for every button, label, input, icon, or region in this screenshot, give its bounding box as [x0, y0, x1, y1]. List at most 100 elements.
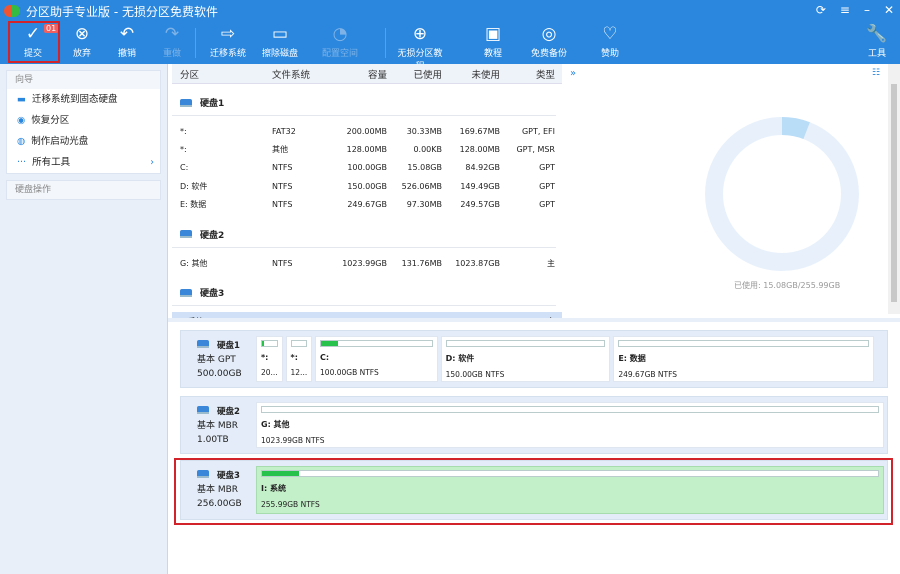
usage-bar — [320, 340, 433, 347]
toolbar-separator — [195, 28, 196, 58]
refresh-icon[interactable]: ⟳ — [816, 3, 826, 17]
column-header[interactable]: 未使用 — [442, 67, 500, 81]
cell: GPT — [539, 181, 555, 191]
usage-bar — [261, 406, 879, 413]
minimize-button[interactable]: – — [864, 3, 870, 17]
cell: NTFS — [272, 258, 293, 268]
toolbar-separator — [385, 28, 386, 58]
toolbar-button-4[interactable]: ⇨ 迁移系统 — [203, 22, 253, 64]
cell: 249.57GB — [460, 200, 500, 210]
tools-button[interactable]: 🔧 工具 — [852, 22, 900, 64]
cell: GPT, MSR — [516, 145, 555, 155]
wizard-item-icon: ◍ — [17, 136, 26, 147]
partition-name: E: 数据 — [618, 354, 646, 363]
toolbar-label: 迁移系统 — [209, 49, 246, 59]
table-row[interactable]: *: 其他 128.00MB 0.00KB 128.00MB GPT, MSR — [172, 140, 562, 158]
toolbar-button-1[interactable]: ⊗ 放弃 — [57, 22, 107, 64]
partition-block[interactable]: E: 数据 249.67GB NTFS — [613, 336, 875, 382]
discard-icon: ⊗ — [74, 24, 90, 44]
partition-table: 分区 文件系统 容量 已使用 未使用 类型 硬盘1 *: FAT32 200.00MB 30.33M… — [172, 64, 562, 331]
usage-bar — [261, 340, 278, 347]
partition-block[interactable]: *: 12... — [285, 336, 313, 382]
table-row[interactable]: G: 其他 NTFS 1023.99GB 131.76MB 1023.87GB 主 — [172, 254, 562, 272]
disk-icon — [197, 340, 209, 348]
toolbar-label: 重做 — [162, 49, 181, 59]
wizard-item-label: 制作启动光盘 — [31, 136, 89, 147]
toolbar-button-8[interactable]: ▣ 教程 — [468, 22, 518, 64]
disk-ops-title: 硬盘操作 — [7, 181, 160, 199]
redo-icon: ↷ — [164, 24, 180, 44]
cell: 200.00MB — [346, 126, 387, 136]
disk-map-row[interactable]: 硬盘2 基本 MBR 1.00TB G: 其他 1023.99GB NTFS — [180, 396, 888, 454]
cell: 主 — [547, 258, 555, 268]
table-row[interactable]: C: NTFS 100.00GB 15.08GB 84.92GB GPT — [172, 159, 562, 177]
cell: 0.00KB — [413, 145, 442, 155]
wizard-item[interactable]: ▬ 迁移系统到固态硬盘 — [7, 89, 160, 110]
disk-header[interactable]: 硬盘2 — [172, 222, 556, 248]
wizard-item-icon: ··· — [17, 157, 27, 168]
toolbar-label: 配置空间 — [321, 49, 358, 59]
partition-info: 249.67GB NTFS — [618, 370, 678, 379]
disk-title: 硬盘1 — [197, 339, 253, 353]
wizard-item-icon: ◉ — [17, 115, 26, 126]
wizard-item[interactable]: ··· 所有工具 › — [7, 152, 160, 173]
cell: 1023.99GB — [342, 258, 387, 268]
title-bar: 分区助手专业版 - 无损分区免费软件 ⟳ ≡ – ✕ — [0, 0, 900, 22]
column-header[interactable]: 文件系统 — [272, 67, 327, 81]
disk-map: 硬盘1 基本 GPT 500.00GB *: 20... *: 12... C: 100.00G… — [168, 322, 900, 574]
toolbar-button-6[interactable]: ◔ 配置空间 — [315, 22, 365, 64]
cell: NTFS — [272, 163, 293, 173]
disk-icon — [180, 98, 192, 107]
cell: NTFS — [272, 200, 293, 210]
table-row[interactable]: E: 数据 NTFS 249.67GB 97.30MB 249.57GB GPT — [172, 196, 562, 214]
disk-header[interactable]: 硬盘3 — [172, 280, 556, 307]
partition-info: 20... — [261, 368, 278, 377]
cell: 其他 — [272, 145, 288, 155]
partition-info: 150.00GB NTFS — [445, 370, 505, 379]
column-header[interactable]: 分区 — [172, 67, 272, 81]
cell: FAT32 — [272, 126, 296, 136]
cell: GPT, EFI — [521, 126, 555, 136]
usage-bar — [290, 340, 308, 347]
toolbar-button-10[interactable]: ♡ 赞助 — [585, 22, 635, 64]
cell: 169.67MB — [459, 126, 500, 136]
disk-name: 硬盘2 — [200, 230, 225, 241]
disk-header[interactable]: 硬盘1 — [172, 90, 556, 116]
cell: 249.67GB — [347, 200, 387, 210]
menu-icon[interactable]: ≡ — [840, 3, 850, 17]
cell: 15.08GB — [407, 163, 442, 173]
close-button[interactable]: ✕ — [884, 3, 894, 17]
table-row[interactable]: D: 软件 NTFS 150.00GB 526.06MB 149.49GB GPT — [172, 177, 562, 195]
expand-columns-icon[interactable]: » — [570, 68, 576, 79]
toolbar: ✓提交⊗放弃↶撤销↷重做⇨迁移系统▭擦除磁盘◔配置空间⊕无损分区教程▣教程◎免费… — [0, 22, 900, 72]
wizard-item[interactable]: ◍ 制作启动光盘 — [7, 131, 160, 152]
usage-fill — [321, 341, 338, 346]
column-header[interactable]: 已使用 — [387, 67, 442, 81]
disk-name: 硬盘1 — [217, 341, 240, 351]
toolbar-button-7[interactable]: ⊕无损分区教程 — [395, 22, 445, 72]
partition-name: *: — [261, 353, 269, 362]
partition-block[interactable]: G: 其他 1023.99GB NTFS — [256, 402, 884, 448]
view-toggle-icon[interactable]: ☷ — [872, 68, 880, 78]
toolbar-button-5[interactable]: ▭ 擦除磁盘 — [255, 22, 305, 64]
partition-block[interactable]: C: 100.00GB NTFS — [315, 336, 438, 382]
left-panel: 向导 ▬ 迁移系统到固态硬盘 ◉ 恢复分区 ◍ 制作启动光盘 ··· 所有工具 › 硬盘操作 — [0, 64, 168, 574]
scrollbar[interactable] — [888, 64, 900, 314]
wizard-item[interactable]: ◉ 恢复分区 — [7, 110, 160, 131]
disk-kind: 基本 GPT — [197, 355, 236, 365]
cell: GPT — [539, 163, 555, 173]
wizard-item-label: 迁移系统到固态硬盘 — [31, 94, 118, 105]
toolbar-button-9[interactable]: ◎ 免费备份 — [524, 22, 574, 64]
donut-free — [705, 117, 859, 271]
partition-block[interactable]: D: 软件 150.00GB NTFS — [440, 336, 611, 382]
toolbar-button-2[interactable]: ↶ 撤销 — [102, 22, 152, 64]
disk-map-row[interactable]: 硬盘1 基本 GPT 500.00GB *: 20... *: 12... C: 100.00G… — [180, 330, 888, 388]
cell: *: — [180, 145, 187, 155]
column-header[interactable]: 类型 — [500, 67, 555, 81]
column-header[interactable]: 容量 — [327, 67, 387, 81]
toolbar-label: 擦除磁盘 — [261, 49, 298, 59]
partition-info: 12... — [290, 368, 308, 377]
toolbar-button-3[interactable]: ↷ 重做 — [147, 22, 197, 64]
partition-block[interactable]: *: 20... — [256, 336, 283, 382]
table-row[interactable]: *: FAT32 200.00MB 30.33MB 169.67MB GPT, EFI — [172, 122, 562, 140]
